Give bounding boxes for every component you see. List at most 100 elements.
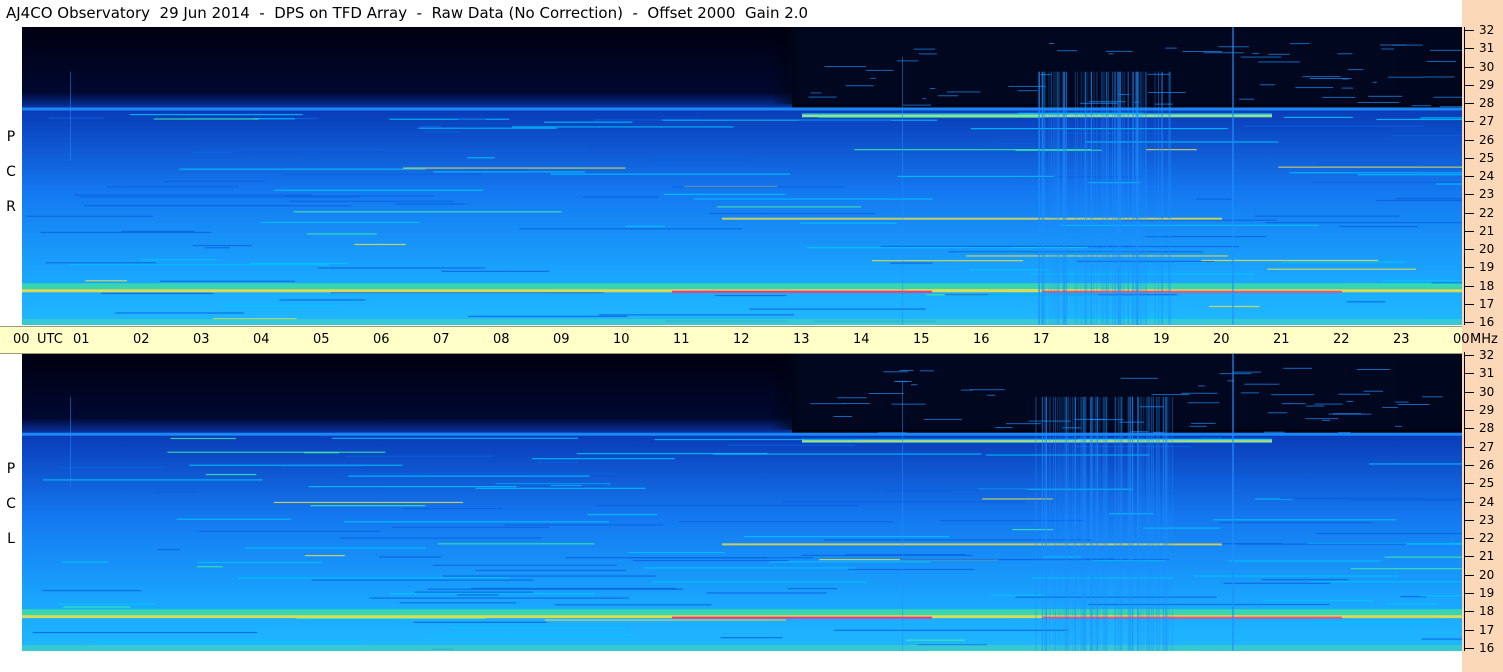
emission-line <box>1376 118 1462 121</box>
emission-line <box>340 537 543 539</box>
emission-line <box>598 314 795 316</box>
emission-line <box>1194 575 1399 577</box>
sky-dot <box>1314 403 1343 405</box>
frequency-tick <box>1464 629 1474 631</box>
sky-dot <box>918 53 938 55</box>
emission-line <box>537 461 579 463</box>
sky-dot <box>1421 396 1443 398</box>
frequency-tick-label: 19 <box>1479 586 1495 601</box>
noise-streak <box>1118 71 1120 325</box>
noise-streak <box>1128 396 1130 651</box>
frequency-tick <box>1464 194 1474 196</box>
emission-line <box>1376 199 1462 202</box>
frequency-tick-label: 31 <box>1479 41 1495 56</box>
frequency-tick-label: 32 <box>1479 348 1495 362</box>
sky-dot <box>1388 76 1424 78</box>
emission-line <box>714 294 787 297</box>
sky-dot <box>1283 367 1313 369</box>
noise-streak <box>902 56 903 325</box>
noise-streak <box>1075 396 1077 651</box>
emission-line <box>129 113 303 116</box>
emission-line <box>504 524 663 526</box>
sky-dot <box>842 402 870 404</box>
time-tick-label: 13 <box>793 332 810 347</box>
emission-line <box>550 173 791 175</box>
noise-streak <box>1107 71 1109 325</box>
time-tick-label: 01 <box>73 332 90 347</box>
sky-dot <box>837 397 867 399</box>
noise-streak <box>1058 396 1060 651</box>
emission-line <box>389 593 594 595</box>
time-tick-label: 06 <box>373 332 390 347</box>
sky-dot <box>1289 43 1310 45</box>
emission-line <box>198 530 381 532</box>
sky-dot <box>896 381 908 383</box>
emission-line <box>833 629 1068 631</box>
emission-line <box>394 203 465 205</box>
frequency-axis-rcp: 32 31 30 29 28 27 26 25 24 23 22 21 20 19 18 17 16 <box>1462 24 1503 328</box>
sky-dot <box>1363 390 1384 392</box>
frequency-tick-label: 21 <box>1479 549 1495 564</box>
time-tick-label: 02 <box>133 332 150 347</box>
time-tick-label: MHz <box>1470 332 1498 347</box>
noise-streak <box>1092 396 1094 651</box>
frequency-tick <box>1464 322 1474 323</box>
noise-streak <box>1119 71 1121 325</box>
emission-line <box>346 455 493 457</box>
noise-streak <box>1042 71 1044 325</box>
frequency-tick <box>1464 30 1474 31</box>
frequency-tick-label: 17 <box>1479 296 1495 311</box>
noise-streak <box>1138 396 1140 651</box>
noise-streak <box>1055 71 1057 325</box>
noise-streak <box>1117 396 1119 651</box>
sky-dot <box>1267 412 1288 414</box>
emission-line <box>403 167 626 169</box>
emission-line <box>1254 215 1400 217</box>
emission-line <box>803 438 1078 440</box>
sky-dot <box>1108 53 1114 55</box>
emission-line <box>414 591 534 593</box>
sky-dot <box>1147 73 1171 75</box>
emission-line <box>369 597 629 599</box>
noise-streak <box>1038 71 1040 325</box>
sky-dot <box>1337 53 1353 55</box>
emission-line <box>260 221 420 224</box>
sky-dot <box>1218 46 1249 48</box>
frequency-tick-label: 22 <box>1479 205 1495 220</box>
frequency-tick <box>1464 157 1474 159</box>
time-tick-label: 12 <box>733 332 750 347</box>
emission-line <box>716 206 862 208</box>
noise-streak <box>1166 396 1168 651</box>
noise-streak <box>1121 71 1123 325</box>
sky-dot <box>866 69 894 71</box>
sky-dot <box>1322 419 1331 421</box>
frequency-tick <box>1464 538 1474 540</box>
sky-dot <box>1258 61 1300 63</box>
frequency-tick <box>1464 519 1474 521</box>
frequency-tick-label: 17 <box>1479 622 1495 637</box>
frequency-axis-lcp: 32 31 30 29 28 27 26 25 24 23 22 21 20 19 18 17 16 <box>1462 348 1503 654</box>
emission-line <box>1406 543 1462 545</box>
time-tick-label: 00 <box>1453 332 1470 347</box>
emission-line <box>418 127 557 129</box>
frequency-tick <box>1464 556 1474 558</box>
emission-line <box>342 472 615 474</box>
sky-dot <box>1427 60 1456 62</box>
sky-dot <box>1397 404 1430 406</box>
noise-streak <box>1080 71 1082 325</box>
time-tick-label: 10 <box>613 332 630 347</box>
emission-line <box>354 243 406 246</box>
frequency-tick-label: 26 <box>1479 132 1495 147</box>
sky-dot <box>1056 50 1077 52</box>
frequency-tick <box>1464 84 1474 86</box>
frequency-tick-label: 30 <box>1479 59 1495 74</box>
emission-line <box>720 637 783 639</box>
sky-dot <box>1240 56 1282 58</box>
frequency-tick-label: 25 <box>1479 476 1495 491</box>
emission-line <box>25 215 154 217</box>
noise-streak <box>1142 71 1144 325</box>
frequency-tick-label: 25 <box>1479 150 1495 165</box>
hf-band-peak <box>672 616 932 619</box>
emission-line <box>153 118 259 120</box>
emission-line <box>1382 280 1462 282</box>
